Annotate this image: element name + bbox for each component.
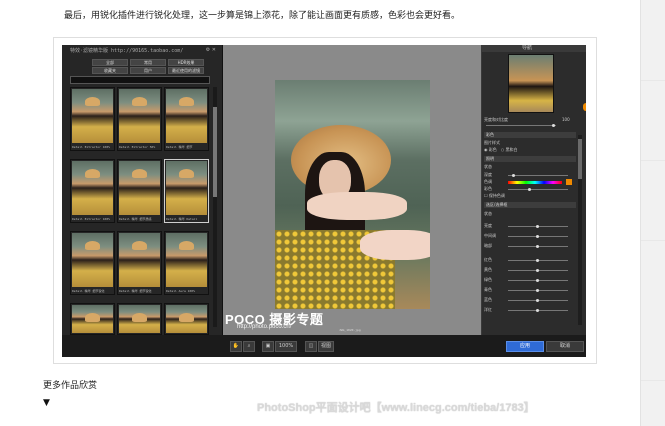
preset-thumbnail-image <box>72 161 113 215</box>
zoom-tool-icon[interactable]: ⌕ <box>243 341 255 352</box>
screenshot-frame: 特效·滤镜精华版 http://90165.taobao.com/ ⚙ ✕ 全部… <box>53 37 597 364</box>
depth-slider[interactable] <box>508 174 568 177</box>
preset-thumbnail-image <box>72 89 113 143</box>
preset-thumbnail-image <box>166 89 207 143</box>
preview-canvas[interactable]: POCO 摄影专题 http://photo.poco.cn/ JWG_1020… <box>223 45 481 335</box>
preset-thumbnail-image <box>72 233 113 287</box>
more-works-heading: 更多作品欣赏 <box>43 381 98 391</box>
article-intro-text: 最后，用锐化插件进行锐化处理，这一步算是锦上添花，除了能让画面更有质感，色彩也会… <box>64 11 461 21</box>
adjustment-scrollbar[interactable] <box>578 135 582 325</box>
view-mode-dropdown[interactable]: 视图 <box>318 341 334 352</box>
settings-icon[interactable]: ⚙ ✕ <box>206 47 216 53</box>
preset-thumbnail[interactable] <box>70 303 115 335</box>
brightness-contrast-label: 亮度和对比度 <box>484 117 508 122</box>
preset-thumbnail-label: Detail Aura 100% <box>166 289 195 293</box>
preset-thumbnail[interactable] <box>164 303 209 335</box>
brightness-contrast-value: 100 <box>562 117 570 122</box>
adjustment-panel: 导航 亮度和对比度 100 彩色 图片样式 ◉ 彩色 ○ 黑和白 照明 状态 深… <box>482 45 586 335</box>
down-arrow-icon: ▼ <box>43 398 50 408</box>
preset-thumbnail-label: Detail 精华 细节锐化 <box>119 289 152 293</box>
preset-thumbnail-label: Detail Extractor 100% <box>72 217 110 221</box>
brightness-slider[interactable] <box>486 124 556 127</box>
browser-right-gutter <box>640 0 665 426</box>
preset-panel-title: 特效·滤镜精华版 http://90165.taobao.com/ <box>70 48 184 54</box>
section-selection[interactable]: 选区/选择框 <box>484 202 576 208</box>
preset-thumbnail[interactable]: Detail 精华 细节锐化 <box>117 231 162 295</box>
category-button-user[interactable]: 用户 <box>130 67 166 74</box>
preset-thumbnail-label: Detail 精华 Detail <box>166 217 198 221</box>
navigator-thumbnail[interactable] <box>508 54 554 113</box>
preset-thumbnail-image <box>119 233 160 287</box>
plugin-window: 特效·滤镜精华版 http://90165.taobao.com/ ⚙ ✕ 全部… <box>62 45 586 357</box>
channel-slider[interactable] <box>508 269 568 272</box>
bottom-toolbar: ✋ ⌕ ▣ 100% ◫ 视图 应用 取消 <box>62 335 586 357</box>
zoom-level-dropdown[interactable]: 100% <box>275 341 297 352</box>
site-watermark: PhotoShop平面设计吧【www.linecg.com/tieba/1783… <box>257 402 535 414</box>
status-dropdown[interactable]: 状态 <box>484 164 576 170</box>
section-color[interactable]: 彩色 <box>484 132 576 138</box>
preset-thumbnail-selected[interactable]: Detail 精华 Detail <box>164 159 209 223</box>
preset-thumbnail-image <box>166 305 207 333</box>
preset-panel: 特效·滤镜精华版 http://90165.taobao.com/ ⚙ ✕ 全部… <box>62 45 223 335</box>
channel-slider[interactable] <box>508 289 568 292</box>
section-lighting[interactable]: 照明 <box>484 156 576 162</box>
color-mode-radio[interactable]: ◉ 彩色 ○ 黑和白 <box>484 147 576 153</box>
preset-thumbnail[interactable]: Detail 精华 细节锐化 <box>70 231 115 295</box>
preset-thumbnail-image <box>72 305 113 333</box>
category-button-recent[interactable]: 最近使用的滤镜 <box>168 67 204 74</box>
preset-thumbnail[interactable]: Detail Extractor 100% <box>70 87 115 151</box>
brightness-contrast-row[interactable]: 亮度和对比度 100 <box>484 117 576 123</box>
preset-scrollbar-knob[interactable] <box>213 107 217 197</box>
preset-thumbnail[interactable]: Detail 精华 细节 <box>164 87 209 151</box>
channel-slider[interactable] <box>508 279 568 282</box>
navigator-title: 导航 <box>522 45 533 51</box>
channel-slider[interactable] <box>508 259 568 262</box>
hue-spectrum[interactable] <box>508 181 562 184</box>
preset-thumbnail-image <box>166 161 207 215</box>
preview-photo <box>275 80 430 309</box>
category-button-hdr[interactable]: HDR效果 <box>168 59 204 66</box>
preset-thumbnail-label: Detail Extractor 50% <box>119 145 156 149</box>
preset-thumbnail-label: Detail 精华 细节锐化 <box>72 289 105 293</box>
image-filename: JWG_1020.jpg <box>339 328 361 332</box>
preset-thumbnail[interactable]: Detail 精华 细节质感 <box>117 159 162 223</box>
preset-thumbnail-image <box>119 161 160 215</box>
picture-style-label: 图片样式 <box>484 140 500 145</box>
hand-tool-icon[interactable]: ✋ <box>230 341 242 352</box>
preset-thumbnail[interactable]: Detail Extractor 100% <box>70 159 115 223</box>
compare-view-icon[interactable]: ◫ <box>305 341 317 352</box>
navigator-header: 导航 <box>482 45 586 52</box>
color-swatch[interactable] <box>566 179 572 185</box>
preset-search-input[interactable] <box>70 76 210 84</box>
preset-thumbnail[interactable]: Detail Aura 100% <box>164 231 209 295</box>
channel-slider[interactable] <box>508 299 568 302</box>
adjustment-scrollbar-knob[interactable] <box>578 139 582 179</box>
cancel-button[interactable]: 取消 <box>546 341 584 352</box>
preset-thumbnail-image <box>119 305 160 333</box>
selection-status-dropdown[interactable]: 状态 <box>484 211 576 217</box>
preset-thumbnail[interactable] <box>117 303 162 335</box>
preset-thumbnail-label: Detail 精华 细节 <box>166 145 193 149</box>
category-button-common[interactable]: 常用 <box>130 59 166 66</box>
preset-thumbnail-label: Detail 精华 细节质感 <box>119 217 152 221</box>
preset-thumbnail-image <box>119 89 160 143</box>
tone-slider[interactable] <box>508 225 568 228</box>
apply-button[interactable]: 应用 <box>506 341 544 352</box>
tone-slider[interactable] <box>508 245 568 248</box>
channel-slider[interactable] <box>508 309 568 312</box>
poco-watermark-url: http://photo.poco.cn/ <box>237 324 292 330</box>
category-button-all[interactable]: 全部 <box>92 59 128 66</box>
color-slider[interactable] <box>508 188 568 191</box>
keep-tone-checkbox[interactable]: ☐ 保持色调 <box>484 193 576 199</box>
panel-collapse-handle[interactable] <box>583 103 586 111</box>
preset-thumbnail[interactable]: Detail Extractor 50% <box>117 87 162 151</box>
preset-thumbnail-image <box>166 233 207 287</box>
preset-thumbnail-label: Detail Extractor 100% <box>72 145 110 149</box>
preset-scrollbar[interactable] <box>213 87 217 327</box>
tone-slider[interactable] <box>508 235 568 238</box>
fit-view-icon[interactable]: ▣ <box>262 341 274 352</box>
category-button-favorites[interactable]: 收藏夹 <box>92 67 128 74</box>
